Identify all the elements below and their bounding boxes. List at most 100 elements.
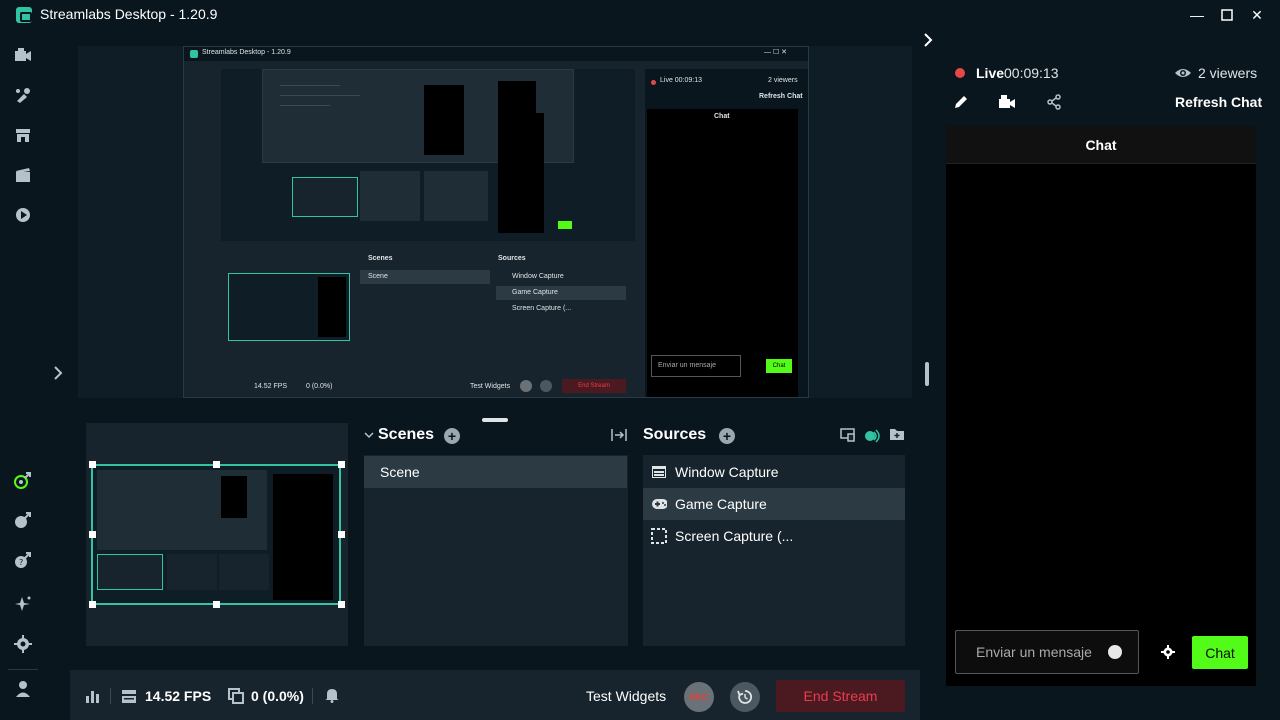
chat-send-button[interactable]: Chat — [1192, 636, 1248, 669]
streamlabs-logo-icon — [16, 7, 32, 23]
highlighter-icon[interactable] — [13, 594, 33, 614]
nested-logo-icon — [190, 50, 198, 58]
sources-list: Window Capture Game Capture Screen Captu… — [643, 455, 905, 646]
close-button[interactable]: ✕ — [1246, 4, 1268, 26]
nested-fps: 14.52 FPS — [254, 383, 288, 390]
nested-scenes: Scenes — [368, 255, 393, 262]
resize-handle-bottom-right[interactable] — [338, 601, 345, 608]
audio-mixer-icon[interactable] — [864, 427, 882, 443]
nav-divider — [8, 669, 38, 670]
footer-divider — [312, 688, 313, 704]
edit-stream-camera-icon[interactable] — [998, 93, 1016, 111]
nested-placeholder: Enviar un mensaje — [658, 362, 716, 369]
notifications-bell-icon[interactable] — [324, 687, 340, 703]
live-indicator-icon — [955, 68, 965, 78]
emoji-icon[interactable] — [1108, 645, 1122, 659]
nested-source-3: Screen Capture (... — [512, 305, 572, 312]
recordings-icon[interactable] — [13, 165, 33, 185]
nested-source-1: Window Capture — [512, 273, 564, 280]
nested-preview-screenshot: Streamlabs Desktop - 1.20.9 — ☐ ✕ Live 0… — [183, 46, 809, 398]
themes-icon[interactable] — [13, 85, 33, 105]
nested-test-widgets: Test Widgets — [470, 383, 511, 390]
editor-icon[interactable] — [13, 45, 33, 65]
nested-chat-title: Chat — [714, 113, 730, 120]
alert-box-icon[interactable] — [13, 470, 33, 490]
title-bar: Streamlabs Desktop - 1.20.9 — ✕ — [0, 0, 1280, 30]
source-item-window-capture[interactable]: Window Capture — [643, 456, 905, 488]
scenes-header: Scenes + — [364, 424, 628, 448]
chat-resize-handle[interactable] — [925, 362, 929, 386]
settings-icon[interactable] — [13, 634, 33, 654]
source-item-screen-capture[interactable]: Screen Capture (... — [643, 520, 905, 552]
resize-handle-top[interactable] — [213, 461, 220, 468]
sources-header: Sources + — [643, 424, 905, 448]
source-label: Window Capture — [675, 464, 779, 480]
scenes-title: Scenes — [378, 426, 435, 443]
selected-source-preview[interactable] — [91, 464, 341, 605]
nested-viewers: 2 viewers — [768, 77, 798, 84]
scene-item[interactable]: Scene — [364, 456, 627, 488]
replay-buffer-button[interactable] — [730, 682, 760, 712]
nested-end-stream: End Stream — [562, 379, 626, 393]
svg-text:?: ? — [19, 558, 23, 567]
source-preview-icon[interactable] — [840, 427, 856, 443]
dropped-frames: 0 (0.0%) — [251, 688, 304, 704]
source-item-game-capture[interactable]: Game Capture — [643, 488, 905, 520]
source-label: Screen Capture (... — [675, 528, 794, 544]
end-stream-button[interactable]: End Stream — [776, 680, 905, 712]
add-source-button[interactable]: + — [719, 428, 735, 444]
viewer-count: 2 viewers — [1198, 65, 1258, 81]
eye-icon — [1175, 69, 1191, 77]
nested-source-2: Game Capture — [512, 289, 558, 296]
source-label: Game Capture — [675, 496, 767, 512]
sources-title: Sources — [643, 426, 707, 443]
chevron-down-icon[interactable] — [364, 430, 374, 440]
live-status: Live — [976, 65, 1005, 81]
nested-scene: Scene — [368, 273, 388, 280]
share-icon[interactable] — [1045, 93, 1063, 111]
add-folder-icon[interactable] — [889, 426, 905, 442]
test-widgets-button[interactable]: Test Widgets — [586, 688, 666, 704]
resize-handle-left[interactable] — [89, 531, 96, 538]
add-scene-button[interactable]: + — [444, 428, 460, 444]
streamlabs-window: Streamlabs Desktop - 1.20.9 — ✕ ? Stream… — [0, 0, 1280, 720]
help-icon[interactable]: ? — [13, 550, 33, 570]
live-timer: 00:09:13 — [1004, 65, 1059, 81]
maximize-button[interactable] — [1216, 4, 1238, 26]
fps-counter: 14.52 FPS — [145, 688, 212, 704]
dropped-frames-icon — [228, 688, 244, 704]
minimize-button[interactable]: — — [1186, 4, 1208, 26]
maximize-icon — [1221, 9, 1233, 21]
resize-handle-top-left[interactable] — [89, 461, 96, 468]
nested-dropped: 0 (0.0%) — [306, 383, 333, 390]
nested-sources: Sources — [498, 255, 526, 262]
replay-icon — [737, 690, 753, 704]
edit-stream-info-icon[interactable] — [952, 93, 970, 111]
expand-left-chevron-icon[interactable] — [52, 364, 66, 384]
widget-icon[interactable] — [13, 510, 33, 530]
nested-refresh: Refresh Chat — [759, 93, 803, 100]
user-icon[interactable] — [13, 679, 33, 699]
collapse-chat-chevron-icon[interactable] — [922, 30, 938, 50]
store-icon[interactable] — [13, 125, 33, 145]
performance-chart-icon[interactable] — [85, 688, 101, 704]
chat-messages — [946, 126, 1256, 686]
record-button[interactable]: REC — [684, 682, 714, 712]
resize-handle-bottom-left[interactable] — [89, 601, 96, 608]
resize-handle-top-right[interactable] — [338, 461, 345, 468]
play-icon[interactable] — [13, 205, 33, 225]
cpu-icon — [122, 690, 136, 703]
chat-settings-icon[interactable] — [1160, 644, 1176, 660]
resize-handle-right[interactable] — [338, 531, 345, 538]
panel-drag-handle[interactable] — [482, 418, 508, 422]
nested-send: Chat — [766, 359, 792, 373]
nested-title: Streamlabs Desktop - 1.20.9 — [202, 49, 291, 56]
screen-capture-icon — [651, 528, 667, 544]
refresh-chat-button[interactable]: Refresh Chat — [1175, 94, 1262, 110]
nested-live: Live 00:09:13 — [660, 77, 703, 84]
window-title: Streamlabs Desktop - 1.20.9 — [40, 6, 218, 22]
chat-title: Chat — [946, 126, 1256, 164]
resize-handle-bottom[interactable] — [213, 601, 220, 608]
gamepad-icon — [651, 497, 667, 511]
scene-transitions-icon[interactable] — [610, 427, 628, 443]
